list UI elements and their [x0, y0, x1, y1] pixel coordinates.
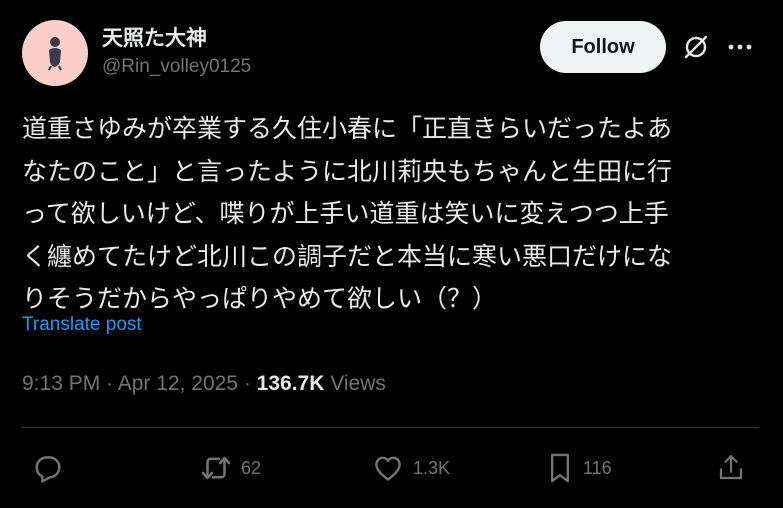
translate-post-link[interactable]: Translate post [22, 314, 142, 336]
bookmark-button[interactable]: 116 [545, 450, 612, 486]
like-button[interactable]: 1.3K [371, 450, 450, 486]
author-handle[interactable]: @Rin_volley0125 [102, 56, 251, 78]
tweet-date[interactable]: Apr 12, 2025 [118, 372, 238, 395]
meta-separator: · [238, 372, 257, 395]
tweet-text-line: く纏めてたけど北川この調子だと本当に寒い悪口だけにな [22, 241, 673, 271]
tweet-text-line: 道重さゆみが卒業する久住小春に「正直きらいだったよあ [22, 114, 673, 143]
reply-button[interactable] [31, 450, 65, 486]
avatar-silhouette-icon [48, 37, 62, 71]
heart-icon [375, 456, 401, 481]
divider [22, 427, 759, 428]
bookmark-count: 116 [583, 457, 612, 478]
like-count: 1.3K [413, 457, 451, 478]
tweet-meta: 9:13 PM · Apr 12, 2025 · 136.7K Views [22, 372, 386, 396]
views-count: 136.7K [256, 372, 325, 395]
more-icon[interactable] [726, 33, 754, 61]
reply-icon [35, 456, 61, 483]
author-display-name[interactable]: 天照た大神 [102, 22, 207, 52]
tweet-text: 道重さゆみが卒業する久住小春に「正直きらいだったよあ なたのこと」と言ったように… [22, 108, 762, 321]
repost-count: 62 [241, 457, 262, 478]
meta-separator: · [100, 372, 118, 395]
follow-button[interactable]: Follow [540, 21, 666, 73]
tweet-time[interactable]: 9:13 PM [22, 372, 100, 395]
views-label: Views [330, 372, 386, 395]
tweet-text-line: って欲しいけど、喋りが上手い道重は笑いに変えつつ上手 [22, 199, 669, 228]
repost-button[interactable]: 62 [199, 450, 261, 486]
repost-icon [201, 456, 231, 480]
grok-icon[interactable] [682, 33, 710, 61]
share-icon [719, 455, 743, 480]
share-button[interactable] [716, 450, 746, 486]
tweet-text-line: なたのこと」と言ったように北川莉央もちゃんと生田に行 [22, 156, 673, 186]
avatar[interactable] [22, 20, 88, 86]
bookmark-icon [550, 453, 570, 483]
